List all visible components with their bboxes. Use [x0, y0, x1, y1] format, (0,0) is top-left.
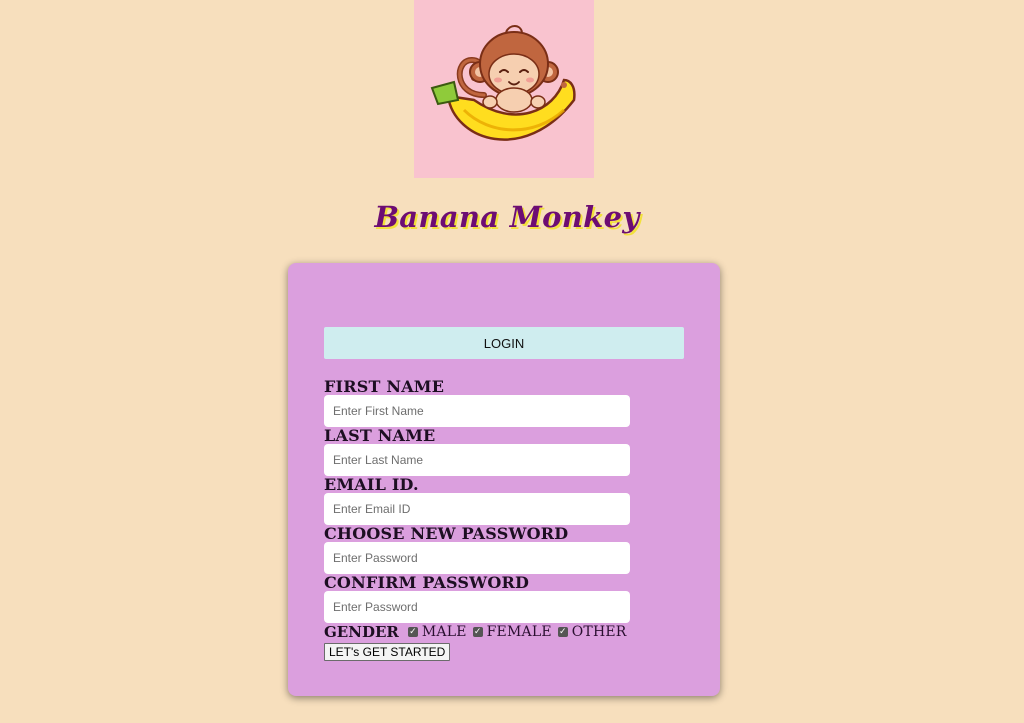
signup-card: LOGIN FIRST NAME LAST NAME EMAIL ID. CHO…	[288, 263, 720, 696]
confirm-password-label: CONFIRM PASSWORD	[324, 573, 530, 592]
logo	[414, 0, 594, 178]
male-label: MALE	[421, 624, 467, 640]
confirm-password-input[interactable]	[324, 591, 630, 623]
gender-option-male[interactable]: ✓ MALE	[407, 624, 467, 640]
other-label: OTHER	[571, 624, 627, 640]
new-password-label: CHOOSE NEW PASSWORD	[324, 524, 569, 543]
first-name-label: FIRST NAME	[324, 377, 445, 396]
last-name-input[interactable]	[324, 444, 630, 476]
gender-option-female[interactable]: ✓ FEMALE	[472, 624, 552, 640]
female-checkbox[interactable]: ✓	[472, 627, 483, 637]
female-label: FEMALE	[486, 624, 552, 640]
new-password-input[interactable]	[324, 542, 630, 574]
gender-option-other[interactable]: ✓ OTHER	[557, 624, 627, 640]
email-input[interactable]	[324, 493, 630, 525]
email-label: EMAIL ID.	[324, 475, 419, 494]
last-name-label: LAST NAME	[324, 426, 436, 445]
male-checkbox[interactable]: ✓	[407, 627, 418, 637]
first-name-input[interactable]	[324, 395, 630, 427]
other-checkbox[interactable]: ✓	[557, 627, 568, 637]
page: Banana Monkey LOGIN FIRST NAME LAST NAME…	[0, 0, 1024, 723]
monkey-on-banana-icon	[430, 25, 576, 141]
brand-title: Banana Monkey	[374, 200, 640, 234]
login-button[interactable]: LOGIN	[324, 327, 684, 359]
gender-row: GENDER ✓ MALE ✓ FEMALE ✓ OTHER	[324, 623, 633, 641]
get-started-button[interactable]: LET's GET STARTED	[324, 643, 451, 661]
gender-label: GENDER	[324, 623, 399, 641]
